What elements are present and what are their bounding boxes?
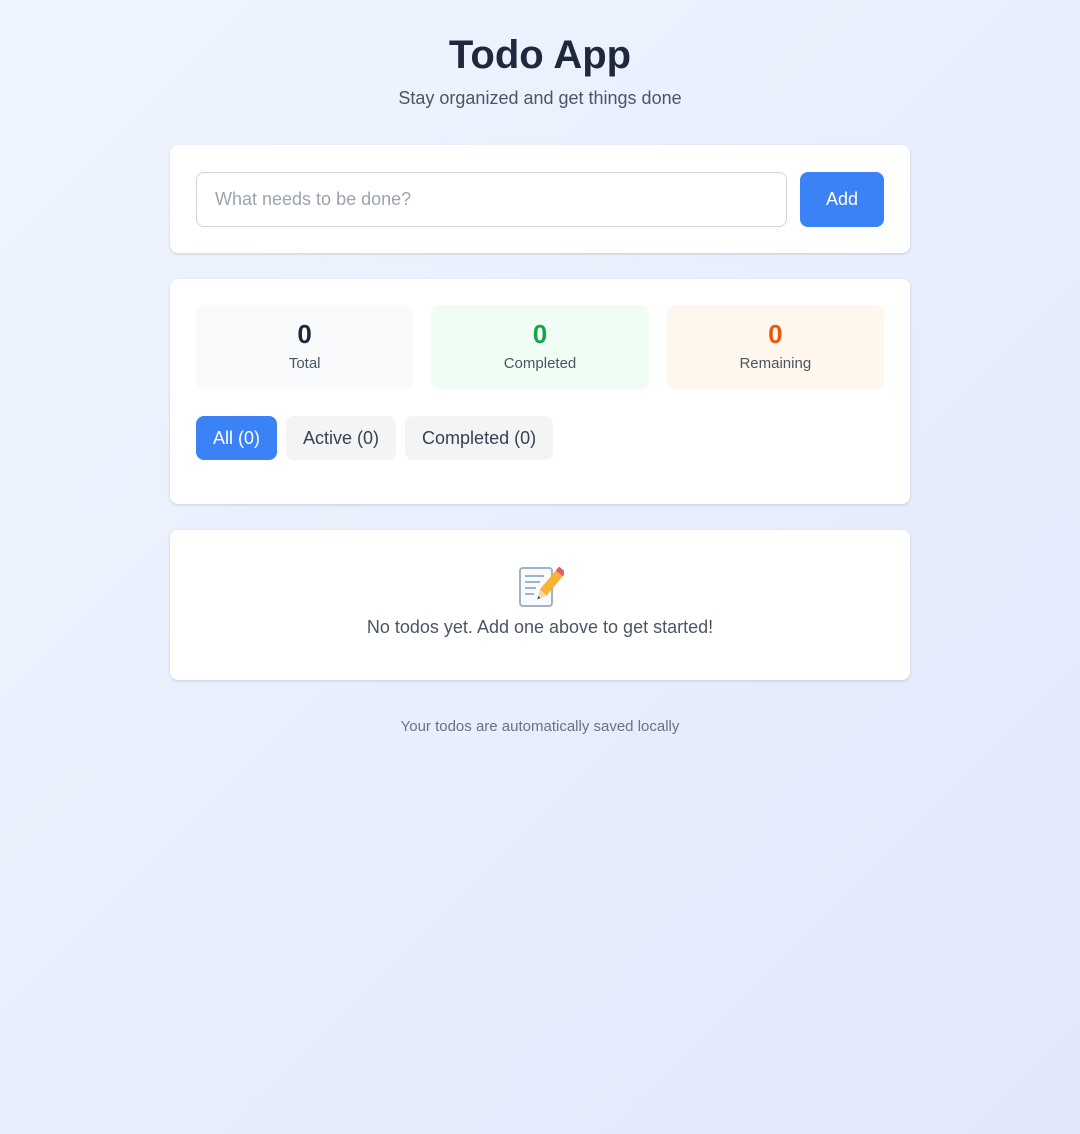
stats-card: 0 Total 0 Completed 0 Remaining All (0) … bbox=[170, 279, 910, 504]
stat-remaining-label: Remaining bbox=[739, 355, 812, 372]
filter-active-button[interactable]: Active (0) bbox=[286, 416, 397, 460]
stat-total-label: Total bbox=[288, 355, 321, 372]
memo-pencil-icon bbox=[170, 562, 910, 610]
todo-app: Todo App Stay organized and get things d… bbox=[170, 0, 910, 737]
stat-remaining-value: 0 bbox=[768, 319, 783, 349]
stat-completed-value: 0 bbox=[532, 319, 548, 349]
filter-completed-button[interactable]: Completed (0) bbox=[405, 416, 554, 460]
filter-tabs: All (0) Active (0) Completed (0) bbox=[196, 416, 884, 460]
stats-row: 0 Total 0 Completed 0 Remaining bbox=[196, 305, 884, 389]
stat-completed-label: Completed bbox=[503, 355, 577, 372]
stat-total: 0 Total bbox=[196, 305, 414, 389]
app-subtitle: Stay organized and get things done bbox=[398, 88, 682, 108]
footer-note: Your todos are automatically saved local… bbox=[400, 718, 680, 735]
empty-state-message: No todos yet. Add one above to get start… bbox=[366, 617, 714, 637]
stat-remaining: 0 Remaining bbox=[666, 305, 884, 389]
new-todo-input[interactable] bbox=[196, 171, 787, 227]
stat-total-value: 0 bbox=[297, 319, 312, 349]
todo-list-empty-state: No todos yet. Add one above to get start… bbox=[170, 530, 910, 680]
stat-completed: 0 Completed bbox=[431, 305, 649, 389]
filter-all-button[interactable]: All (0) bbox=[196, 416, 278, 460]
add-button[interactable]: Add bbox=[800, 171, 884, 227]
app-title: Todo App bbox=[448, 33, 632, 77]
app-header: Todo App Stay organized and get things d… bbox=[170, 33, 910, 110]
add-todo-card: Add bbox=[170, 145, 910, 253]
